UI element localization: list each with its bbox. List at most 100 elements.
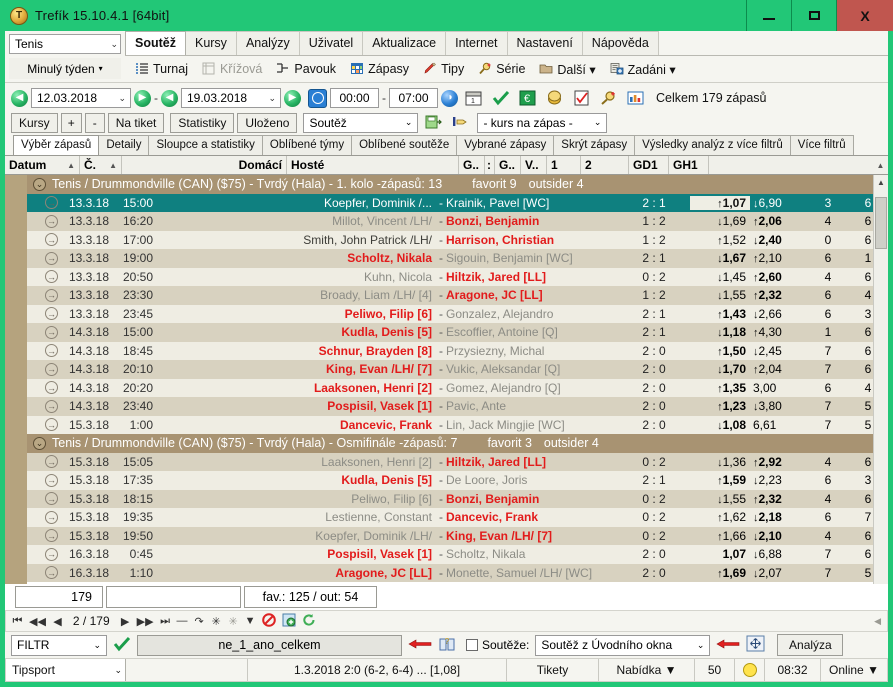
nav-star-button[interactable]: ✳ xyxy=(211,615,222,628)
column-header-g1[interactable]: G.. xyxy=(459,156,485,174)
grid-vertical-scrollbar[interactable]: ▲ xyxy=(873,175,888,584)
kursy-button[interactable]: Kursy xyxy=(11,112,58,133)
export-icon[interactable] xyxy=(425,114,443,131)
scrollbar-thumb[interactable] xyxy=(875,197,887,249)
odds-select[interactable]: - kurs na zápas - ⌄ xyxy=(477,112,608,133)
grid-scroll-up-icon[interactable]: ▲ xyxy=(873,156,888,174)
row-expand-icon[interactable]: → xyxy=(45,473,58,487)
row-expand-icon[interactable]: → xyxy=(45,233,58,247)
nav-last-button[interactable]: ⏭ xyxy=(160,615,171,628)
table-row[interactable]: → 13.3.18 16:20 Millot, Vincent /LH/- Bonzi,… xyxy=(27,212,888,231)
table-row[interactable]: → 15.3.18 19:35 Lestienne, Constant - Dancevi… xyxy=(27,508,888,527)
ulozeno-button[interactable]: Uloženo xyxy=(237,112,298,133)
table-row[interactable]: → 15.3.18 18:15 Peliwo, Filip [6] - Bonzi, Be… xyxy=(27,489,888,508)
scroll-up-icon[interactable]: ▲ xyxy=(874,175,888,190)
collapse-group-icon[interactable]: ⌄ xyxy=(33,177,46,191)
calendar-icon[interactable]: 1 xyxy=(465,90,483,107)
menu-item-soutez[interactable]: Soutěž xyxy=(125,31,186,55)
toolbar-tipy[interactable]: Tipy xyxy=(417,60,470,78)
tab-vice-filtru[interactable]: Více filtrů xyxy=(789,135,854,155)
column-header-g2[interactable]: G.. xyxy=(495,156,521,174)
column-header-hoste[interactable]: Hosté xyxy=(287,156,459,174)
column-header-cislo[interactable]: Č. ▲ xyxy=(80,156,122,174)
table-row[interactable]: → 16.3.18 1:10 Aragone, JC [LL] - Monette, Sa… xyxy=(27,563,888,582)
add-green-icon[interactable] xyxy=(282,613,296,630)
bookmaker-select[interactable]: Tipsport ⌄ xyxy=(6,659,126,681)
table-row[interactable]: → 15.3.18 17:35 Kudla, Denis [5] - De Loore, … xyxy=(27,471,888,490)
table-row[interactable]: → 15.3.18 15:05 Laaksonen, Henri [2] - Hiltzi… xyxy=(27,452,888,471)
date-from-input[interactable]: 12.03.2018 ⌄ xyxy=(31,88,131,108)
toolbar-serie[interactable]: Série xyxy=(472,60,531,78)
hand-pointer-icon[interactable] xyxy=(452,114,470,131)
clock-end-icon[interactable]: ◑ xyxy=(441,89,458,107)
checklist-icon[interactable] xyxy=(573,90,591,107)
coin-icon[interactable] xyxy=(546,90,564,107)
tab-skryt-zapasy[interactable]: Skrýt zápasy xyxy=(553,135,636,155)
time-from-input[interactable]: 00:00 xyxy=(330,88,379,108)
table-row[interactable]: → 13.3.18 19:00 Scholtz, Nikala - Sigouin, Be… xyxy=(27,249,888,268)
row-expand-icon[interactable]: → xyxy=(45,307,58,321)
column-header-1[interactable]: 1 xyxy=(547,156,581,174)
row-expand-icon[interactable]: → xyxy=(45,455,58,469)
menu-item-napoveda[interactable]: Nápověda xyxy=(581,31,659,55)
competitions-checkbox[interactable] xyxy=(466,639,478,651)
toolbar-zadani[interactable]: Zadáni ▾ xyxy=(604,60,682,79)
toolbar-turnaj[interactable]: Turnaj xyxy=(129,60,194,78)
online-cell[interactable]: Online ▼ xyxy=(821,659,887,681)
nav-first-button[interactable]: ⏮ xyxy=(12,615,23,628)
row-expand-icon[interactable]: → xyxy=(45,399,58,413)
sport-select[interactable]: Tenis ⌄ xyxy=(9,34,121,54)
row-expand-icon[interactable]: → xyxy=(45,418,58,432)
tab-oblibene-tymy[interactable]: Oblíbené týmy xyxy=(261,135,353,155)
tab-detaily[interactable]: Detaily xyxy=(98,135,150,155)
toolbar-krizova[interactable]: Křížová xyxy=(196,60,268,78)
row-expand-icon[interactable]: → xyxy=(45,270,58,284)
column-header-colon[interactable]: : xyxy=(485,156,495,174)
minimize-button[interactable] xyxy=(746,0,791,31)
table-row[interactable]: → 15.3.18 1:00 Dancevic, Frank - Lin, Jack Mi… xyxy=(27,415,888,434)
row-expand-icon[interactable]: → xyxy=(45,344,58,358)
maximize-button[interactable] xyxy=(791,0,836,31)
tab-vyber-zapasu[interactable]: Výběr zápasů xyxy=(13,135,100,155)
plus-button[interactable]: + xyxy=(60,112,82,133)
analysis-button[interactable]: Analýza xyxy=(777,634,844,656)
group-header-row[interactable]: ⌄ Tenis / Drummondville (CAN) ($75) - Tvr… xyxy=(27,434,888,453)
check-icon[interactable] xyxy=(492,90,510,107)
date-to-input[interactable]: 19.03.2018 ⌄ xyxy=(181,88,281,108)
nav-next-page-button[interactable]: ▶▶ xyxy=(137,615,154,628)
table-row[interactable]: → 14.3.18 20:10 King, Evan /LH/ [7] - Vukic, … xyxy=(27,360,888,379)
time-to-input[interactable]: 07:00 xyxy=(389,88,438,108)
row-expand-icon[interactable]: → xyxy=(45,251,58,265)
close-button[interactable]: X xyxy=(836,0,893,31)
column-header-gd1[interactable]: GD1 xyxy=(629,156,669,174)
tickets-cell[interactable]: Tikety xyxy=(507,659,599,681)
menu-item-uzivatel[interactable]: Uživatel xyxy=(298,31,364,55)
toolbar-zapasy[interactable]: Zápasy xyxy=(344,60,415,78)
refresh-green-icon[interactable] xyxy=(302,613,316,630)
table-row[interactable]: → 13.3.18 15:00 Koepfer, Dominik /... - Krain… xyxy=(27,193,888,212)
table-row[interactable]: → 16.3.18 0:45 Pospisil, Vasek [1] - Scholtz,… xyxy=(27,545,888,564)
table-row[interactable]: → 13.3.18 17:00 Smith, John Patrick /LH/- Ha… xyxy=(27,230,888,249)
row-expand-icon[interactable]: → xyxy=(45,214,58,228)
table-row[interactable]: → 14.3.18 23:40 Pospisil, Vasek [1] - Pavic, … xyxy=(27,397,888,416)
row-expand-icon[interactable]: → xyxy=(45,362,58,376)
no-entry-icon[interactable] xyxy=(261,612,276,630)
row-expand-icon[interactable]: → xyxy=(45,288,58,302)
nav-prev-page-button[interactable]: ◀◀ xyxy=(29,615,46,628)
nav-star2-button[interactable]: ✳ xyxy=(228,615,239,628)
prev-date-from-icon[interactable]: ◀ xyxy=(11,89,28,107)
magnifier-plus-icon[interactable] xyxy=(600,90,618,107)
filter-type-select[interactable]: FILTR ⌄ xyxy=(11,634,107,656)
euro-icon[interactable]: € xyxy=(519,90,537,107)
period-button[interactable]: Minulý týden ▾ xyxy=(9,58,121,79)
row-expand-icon[interactable]: → xyxy=(45,196,58,210)
menu-item-internet[interactable]: Internet xyxy=(445,31,508,55)
tab-vybrane-zapasy[interactable]: Vybrané zápasy xyxy=(456,135,555,155)
table-row[interactable]: → 14.3.18 15:00 Kudla, Denis [5] - Escoffier,… xyxy=(27,323,888,342)
column-header-2[interactable]: 2 xyxy=(581,156,629,174)
menu-item-kursy[interactable]: Kursy xyxy=(184,31,237,55)
nav-undo-button[interactable]: ↷ xyxy=(194,615,205,628)
row-expand-icon[interactable]: → xyxy=(45,529,58,543)
book-help-icon[interactable]: ? xyxy=(438,636,456,655)
prev-date-to-icon[interactable]: ◀ xyxy=(161,89,178,107)
